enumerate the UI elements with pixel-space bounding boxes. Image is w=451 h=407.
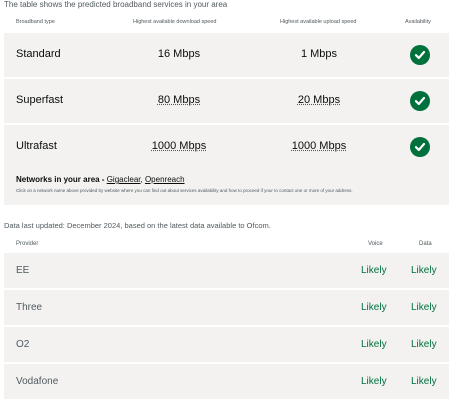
data-status: Likely — [411, 265, 437, 276]
mobile-row-vodafone: Vodafone Likely Likely — [4, 364, 449, 399]
mobile-row-three: Three Likely Likely — [4, 290, 449, 325]
upload-speed[interactable]: 20 Mbps — [274, 94, 364, 106]
check-circle-icon — [410, 137, 430, 157]
provider-name: O2 — [16, 339, 30, 350]
broadband-row-ultrafast: Ultrafast 1000 Mbps 1000 Mbps — [4, 124, 449, 170]
mobile-table-header: Provider Voice Data — [4, 236, 449, 253]
broadband-intro-text: The table shows the predicted broadband … — [4, 0, 228, 9]
data-status: Likely — [411, 339, 437, 350]
header-broadband-type: Broadband type — [16, 19, 55, 25]
header-voice: Voice — [368, 241, 383, 247]
provider-name: Three — [16, 302, 43, 313]
data-status: Likely — [411, 376, 437, 387]
download-speed[interactable]: 80 Mbps — [134, 94, 224, 106]
download-speed: 16 Mbps — [157, 48, 201, 60]
voice-status: Likely — [361, 339, 387, 350]
broadband-type: Superfast — [16, 94, 64, 106]
broadband-table: Broadband type Highest available downloa… — [4, 13, 449, 170]
upload-speed: 1 Mbps — [300, 48, 338, 60]
broadband-type: Standard — [16, 48, 61, 60]
provider-name: EE — [16, 265, 30, 276]
mobile-row-o2: O2 Likely Likely — [4, 327, 449, 362]
voice-status: Likely — [361, 376, 387, 387]
check-circle-icon — [410, 45, 430, 65]
networks-in-area-panel: Networks in your area - Gigaclear, Openr… — [4, 166, 449, 205]
upload-speed[interactable]: 1000 Mbps — [274, 140, 364, 152]
provider-name: Vodafone — [16, 376, 59, 387]
networks-label: Networks in your area - — [16, 175, 107, 184]
broadband-type: Ultrafast — [16, 140, 57, 152]
broadband-row-superfast: Superfast 80 Mbps 20 Mbps — [4, 78, 449, 124]
mobile-coverage-table: Provider Voice Data EE Likely Likely Thr… — [4, 236, 449, 401]
check-circle-icon — [410, 91, 430, 111]
header-upload-speed: Highest available upload speed — [280, 19, 357, 25]
networks-line: Networks in your area - Gigaclear, Openr… — [16, 175, 185, 184]
broadband-table-header: Broadband type Highest available downloa… — [4, 13, 449, 33]
data-updated-text: Data last updated: December 2024, based … — [4, 221, 271, 230]
networks-note: Click on a network name above provided b… — [16, 188, 353, 193]
broadband-row-standard: Standard 16 Mbps 1 Mbps — [4, 33, 449, 78]
download-speed[interactable]: 1000 Mbps — [134, 140, 224, 152]
header-availability: Availability — [405, 19, 431, 25]
header-download-speed: Highest available download speed — [133, 19, 217, 25]
voice-status: Likely — [361, 265, 387, 276]
header-provider: Provider — [16, 241, 39, 247]
network-link-openreach[interactable]: Openreach — [145, 175, 185, 184]
data-status: Likely — [411, 302, 437, 313]
network-link-gigaclear[interactable]: Gigaclear — [107, 175, 141, 184]
header-data: Data — [419, 241, 432, 247]
voice-status: Likely — [361, 302, 387, 313]
mobile-row-ee: EE Likely Likely — [4, 253, 449, 288]
